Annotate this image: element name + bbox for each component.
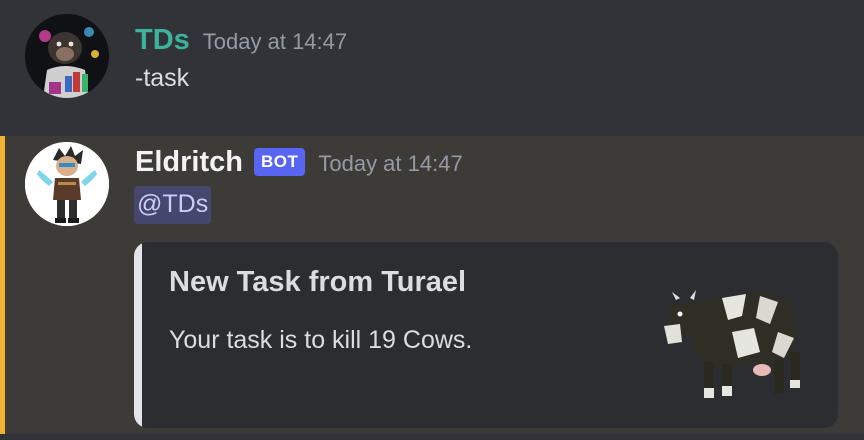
message-tds: TDs Today at 14:47 -task	[0, 0, 864, 136]
message-eldritch: Eldritch BOT Today at 14:47 @TDs New Tas…	[0, 136, 864, 434]
bot-badge: BOT	[253, 148, 306, 176]
cow-icon	[664, 290, 800, 398]
mention-highlight-bar	[0, 136, 5, 434]
timestamp[interactable]: Today at 14:47	[318, 151, 462, 177]
bot-avatar[interactable]	[25, 142, 109, 226]
user-mention[interactable]: @TDs	[134, 186, 212, 224]
embed-accent-bar	[134, 242, 142, 428]
user-avatar[interactable]	[25, 14, 109, 98]
task-embed: New Task from Turael Your task is to kil…	[134, 242, 838, 428]
message-header: Eldritch BOT Today at 14:47	[135, 146, 463, 180]
message-content: -task	[135, 64, 190, 92]
embed-description: Your task is to kill 19 Cows.	[169, 326, 473, 354]
timestamp[interactable]: Today at 14:47	[203, 29, 347, 55]
monkey-avatar-icon	[25, 14, 109, 98]
embed-title: New Task from Turael	[169, 266, 467, 298]
username[interactable]: TDs	[135, 24, 190, 57]
embed-thumbnail[interactable]	[650, 272, 814, 402]
message-header: TDs Today at 14:47	[135, 24, 347, 57]
warrior-avatar-icon	[25, 142, 109, 226]
username[interactable]: Eldritch	[135, 146, 243, 179]
chat-background-strip	[0, 434, 864, 440]
